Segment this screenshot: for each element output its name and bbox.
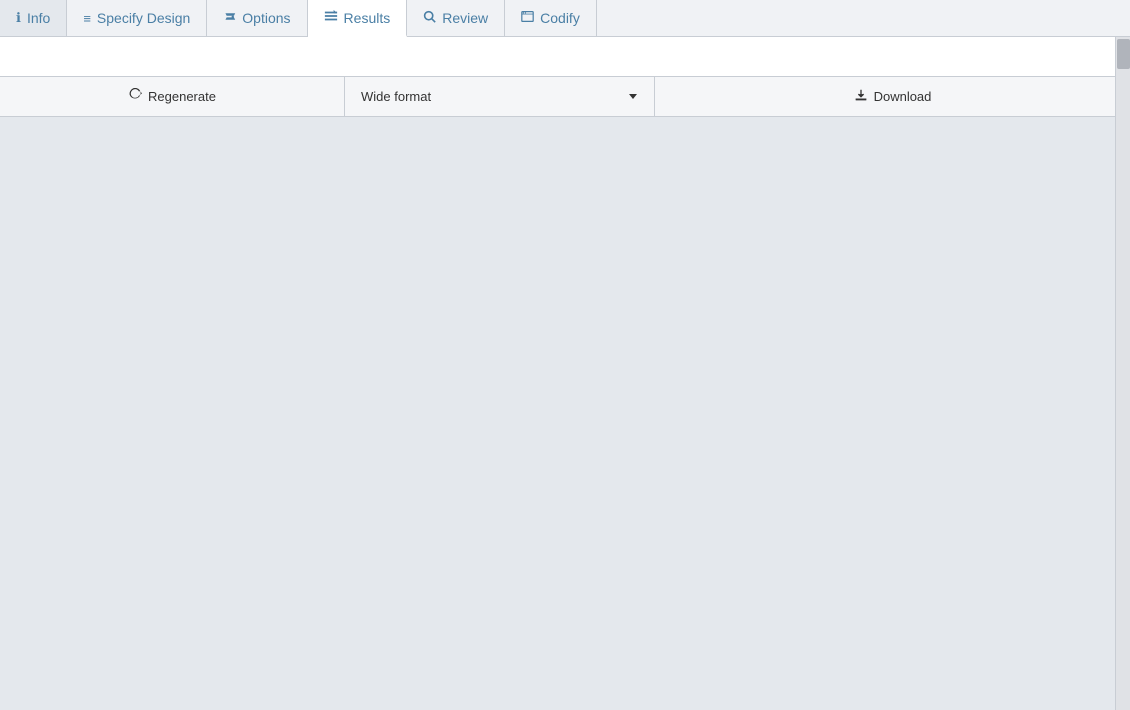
- format-select[interactable]: Wide format: [345, 77, 655, 116]
- action-bar: Regenerate Wide format Download: [0, 77, 1130, 117]
- format-select-label: Wide format: [361, 89, 431, 104]
- options-icon: [223, 10, 236, 26]
- tab-bar: ℹ Info ≡ Specify Design Options: [0, 0, 1130, 37]
- codify-icon: [521, 10, 534, 26]
- main-content: [0, 117, 1130, 710]
- tab-codify[interactable]: Codify: [505, 0, 597, 36]
- results-icon: [324, 9, 338, 26]
- tab-specify-design-label: Specify Design: [97, 10, 190, 26]
- tab-results[interactable]: Results: [308, 0, 408, 37]
- download-label: Download: [874, 89, 932, 104]
- chevron-down-icon: [628, 89, 638, 104]
- scrollbar[interactable]: [1115, 37, 1130, 710]
- tab-specify-design[interactable]: ≡ Specify Design: [67, 0, 207, 36]
- tab-info-label: Info: [27, 10, 50, 26]
- review-icon: [423, 10, 436, 26]
- tab-review[interactable]: Review: [407, 0, 505, 36]
- tab-info[interactable]: ℹ Info: [0, 0, 67, 36]
- tab-review-label: Review: [442, 10, 488, 26]
- tab-results-label: Results: [344, 10, 391, 26]
- tab-options[interactable]: Options: [207, 0, 307, 36]
- tab-options-label: Options: [242, 10, 290, 26]
- download-icon: [854, 88, 868, 105]
- toolbar-strip: [0, 37, 1130, 77]
- tab-codify-label: Codify: [540, 10, 580, 26]
- regenerate-icon: [128, 88, 142, 105]
- download-button[interactable]: Download: [655, 77, 1130, 116]
- info-icon: ℹ: [16, 10, 21, 26]
- scrollbar-thumb[interactable]: [1117, 39, 1130, 69]
- regenerate-button[interactable]: Regenerate: [0, 77, 345, 116]
- specify-design-icon: ≡: [83, 11, 91, 26]
- regenerate-label: Regenerate: [148, 89, 216, 104]
